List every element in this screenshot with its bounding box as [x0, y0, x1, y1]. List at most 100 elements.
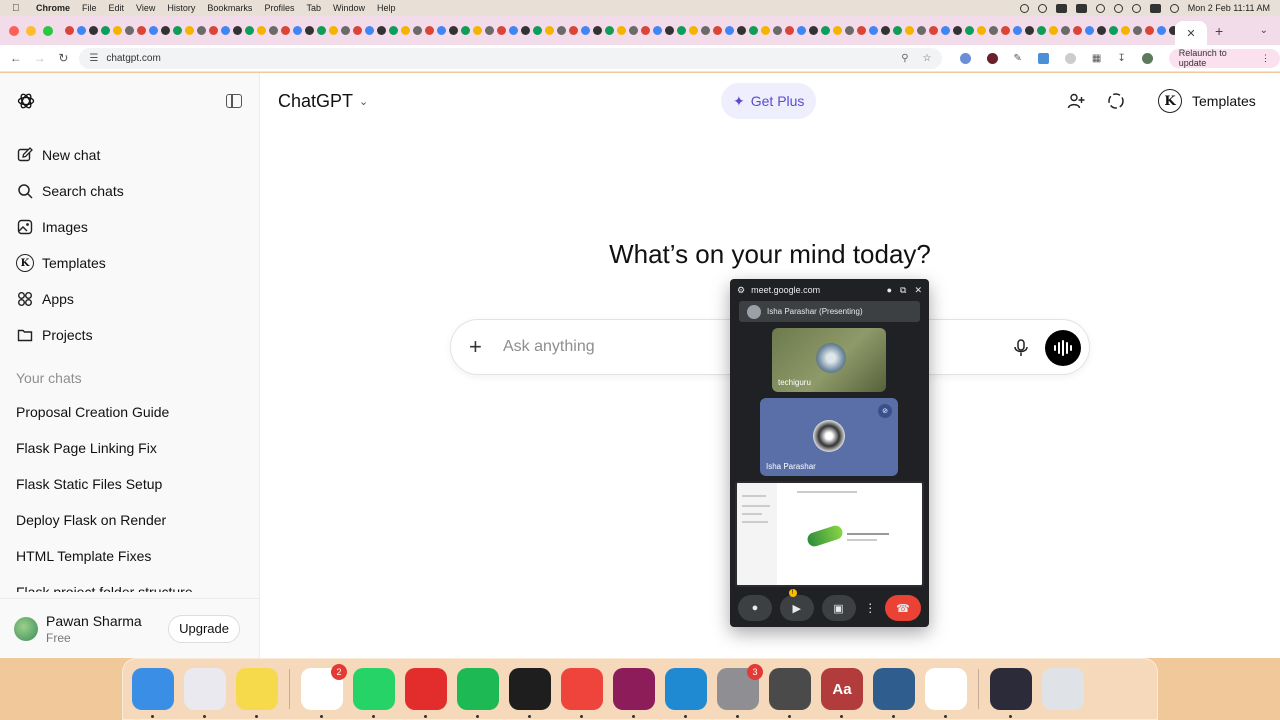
tab-favicon[interactable] [653, 26, 662, 35]
tab-favicon[interactable] [365, 26, 374, 35]
dock-app-launchpad[interactable] [184, 668, 226, 718]
back-to-tab-icon[interactable]: ⧉ [900, 285, 906, 296]
tab-favicon[interactable] [485, 26, 494, 35]
tab-favicon[interactable] [1157, 26, 1166, 35]
tab-favicon[interactable] [857, 26, 866, 35]
tab-favicon[interactable] [641, 26, 650, 35]
model-selector[interactable]: ChatGPT ⌄ [278, 91, 368, 112]
dock-app-terminal[interactable] [509, 668, 551, 718]
tab-favicon[interactable] [341, 26, 350, 35]
tab-favicon[interactable] [317, 26, 326, 35]
tab-favicon[interactable] [845, 26, 854, 35]
menu-history[interactable]: History [167, 3, 195, 13]
reload-icon[interactable]: ↻ [52, 51, 76, 65]
menu-app-name[interactable]: Chrome [36, 3, 70, 13]
battery-icon[interactable] [1075, 3, 1087, 13]
shared-screen-preview[interactable] [735, 481, 924, 587]
extension-icon[interactable] [1037, 52, 1049, 64]
tab-favicon[interactable] [893, 26, 902, 35]
temporary-chat-icon[interactable] [1106, 91, 1126, 111]
menu-view[interactable]: View [136, 3, 155, 13]
microphone-icon[interactable]: ● [887, 285, 892, 296]
status-icon[interactable] [1113, 3, 1123, 13]
search-icon[interactable] [1131, 3, 1141, 13]
tab-favicon[interactable] [701, 26, 710, 35]
download-icon[interactable]: ↧ [1117, 53, 1125, 64]
tab-favicon[interactable] [593, 26, 602, 35]
new-tab-button[interactable]: + [1215, 23, 1223, 39]
tab-favicon[interactable] [881, 26, 890, 35]
wifi-icon[interactable] [1095, 3, 1105, 13]
close-icon[interactable]: ✕ [1186, 27, 1195, 40]
tab-favicon[interactable] [449, 26, 458, 35]
tab-favicon[interactable] [65, 26, 74, 35]
tab-favicon[interactable] [425, 26, 434, 35]
more-options-icon[interactable]: ⋮ [863, 595, 877, 621]
settings-icon[interactable]: ⚙ [737, 285, 745, 296]
tab-favicon[interactable] [149, 26, 158, 35]
puzzle-icon[interactable]: ▦ [1092, 53, 1101, 64]
tab-favicon[interactable] [785, 26, 794, 35]
tab-favicon[interactable] [1097, 26, 1106, 35]
menu-profiles[interactable]: Profiles [264, 3, 294, 13]
extension-icon[interactable] [959, 52, 971, 64]
tab-favicon[interactable] [581, 26, 590, 35]
dock-app-vs-code[interactable] [665, 668, 707, 718]
sidebar-item-templates[interactable]: K Templates [0, 245, 260, 281]
dock-app-rar-extractor[interactable] [613, 668, 655, 718]
tab-favicon[interactable] [1133, 26, 1142, 35]
tab-favicon[interactable] [929, 26, 938, 35]
microphone-toggle-button[interactable]: ● [738, 595, 772, 621]
dock-app-finder[interactable] [132, 668, 174, 718]
close-window-button[interactable] [9, 25, 19, 36]
tab-favicon[interactable] [773, 26, 782, 35]
site-info-icon[interactable]: ☰ [89, 53, 98, 64]
sidebar-item-images[interactable]: Images [0, 209, 260, 245]
user-account-bar[interactable]: Pawan Sharma Free Upgrade [0, 598, 260, 658]
chat-history-item[interactable]: Flask project folder structure [0, 574, 260, 592]
tab-favicon[interactable] [245, 26, 254, 35]
tab-favicon[interactable] [389, 26, 398, 35]
tab-favicon[interactable] [737, 26, 746, 35]
dock-app-whatsapp[interactable] [353, 668, 395, 718]
tab-favicon[interactable] [689, 26, 698, 35]
tab-favicon[interactable] [749, 26, 758, 35]
tab-favicon[interactable] [713, 26, 722, 35]
tab-favicon[interactable] [989, 26, 998, 35]
participant-tile[interactable]: techiguru [772, 328, 886, 392]
pen-icon[interactable]: ✎ [1014, 53, 1022, 64]
add-attachment-icon[interactable]: + [469, 334, 489, 360]
tab-favicon[interactable] [869, 26, 878, 35]
tab-favicon[interactable] [1121, 26, 1130, 35]
tab-favicon[interactable] [533, 26, 542, 35]
tab-favicon[interactable] [437, 26, 446, 35]
tab-favicon[interactable] [401, 26, 410, 35]
tab-favicon[interactable] [77, 26, 86, 35]
dock-app-mongodb-compass[interactable] [925, 668, 967, 718]
zoom-window-button[interactable] [43, 25, 53, 36]
tab-favicon[interactable] [521, 26, 530, 35]
tab-favicon[interactable] [329, 26, 338, 35]
dock-app-calculator[interactable] [769, 668, 811, 718]
sidebar-item-search-chats[interactable]: Search chats [0, 173, 260, 209]
control-center-icon[interactable] [1149, 3, 1161, 13]
leave-call-button[interactable]: ☎ [885, 595, 921, 621]
dock-app-anydesk[interactable] [561, 668, 603, 718]
tab-favicon[interactable] [809, 26, 818, 35]
tab-favicon[interactable] [89, 26, 98, 35]
sidebar-item-apps[interactable]: Apps [0, 281, 260, 317]
dock-app-obs-studio[interactable] [990, 668, 1032, 718]
participant-tile[interactable]: ⊘ Isha Parashar [760, 398, 898, 476]
tab-favicon[interactable] [557, 26, 566, 35]
tab-favicon[interactable] [197, 26, 206, 35]
tab-favicon[interactable] [113, 26, 122, 35]
tab-favicon[interactable] [605, 26, 614, 35]
dock-app-chrome[interactable]: 2 [301, 664, 347, 718]
close-icon[interactable]: ✕ [914, 285, 922, 296]
tab-favicon[interactable] [761, 26, 770, 35]
tab-favicon[interactable] [1073, 26, 1082, 35]
tab-favicon[interactable] [977, 26, 986, 35]
present-screen-button[interactable]: ▣ [821, 595, 856, 621]
menu-window[interactable]: Window [333, 3, 365, 13]
more-icon[interactable]: ⋮ [1261, 53, 1270, 64]
